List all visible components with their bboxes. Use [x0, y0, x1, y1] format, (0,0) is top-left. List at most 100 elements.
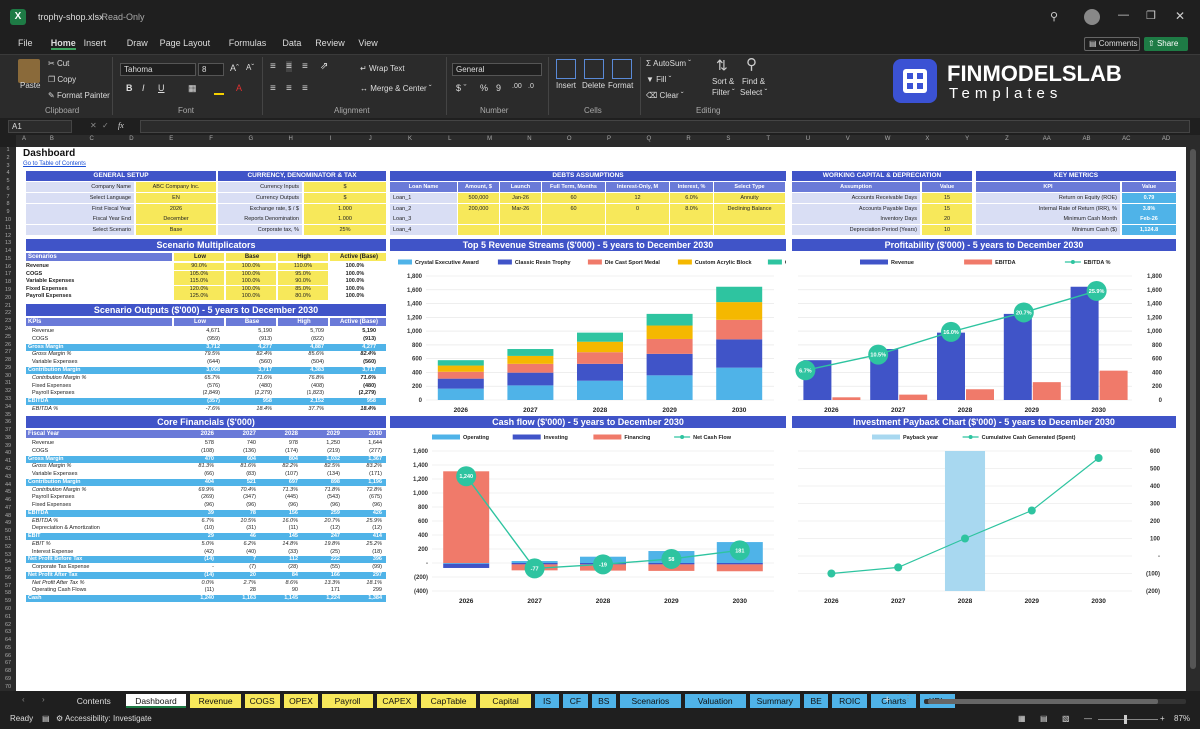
value-cell[interactable]: Feb-26	[1122, 214, 1176, 225]
tab-dashboard[interactable]: Dashboard	[125, 694, 187, 708]
column-header[interactable]: L	[430, 136, 470, 142]
horizontal-scrollbar[interactable]	[924, 699, 1186, 704]
restore-icon[interactable]: ❐	[1146, 9, 1156, 22]
row-header[interactable]: 57	[0, 583, 16, 591]
row-header[interactable]: 28	[0, 357, 16, 365]
loan-input-cell[interactable]	[458, 225, 499, 236]
column-header[interactable]: R	[669, 136, 709, 142]
multiplier-cell[interactable]: 100.0%	[226, 285, 276, 293]
page-layout-icon[interactable]: ▤	[1040, 714, 1048, 723]
insert-cells-icon[interactable]	[556, 59, 576, 79]
row-header[interactable]: 32	[0, 388, 16, 396]
row-header[interactable]: 40	[0, 450, 16, 458]
row-header[interactable]: 65	[0, 645, 16, 653]
delete-cells-icon[interactable]	[584, 59, 604, 79]
row-header[interactable]: 3	[0, 163, 16, 171]
multiplier-cell[interactable]: 95.0%	[278, 270, 328, 278]
row-header[interactable]: 60	[0, 606, 16, 614]
column-header[interactable]: J	[350, 136, 390, 142]
row-header[interactable]: 16	[0, 264, 16, 272]
column-header[interactable]: K	[390, 136, 430, 142]
tab-captable[interactable]: CapTable	[420, 694, 477, 708]
row-header[interactable]: 43	[0, 474, 16, 482]
multiplier-cell[interactable]: 115.0%	[174, 278, 224, 285]
tab-opex[interactable]: OPEX	[283, 694, 319, 708]
loan-input-cell[interactable]: Declining Balance	[714, 203, 785, 214]
column-header[interactable]: Z	[987, 136, 1027, 142]
row-header[interactable]: 5	[0, 178, 16, 186]
decrease-font-icon[interactable]: Aˇ	[246, 63, 254, 72]
row-header[interactable]: 25	[0, 334, 16, 342]
multiplier-cell[interactable]: 110.0%	[278, 263, 328, 270]
loan-input-cell[interactable]: Jan-26	[500, 192, 541, 203]
row-header[interactable]: 10	[0, 217, 16, 225]
underline-button[interactable]: U	[158, 83, 165, 93]
multiplier-cell[interactable]: 90.0%	[278, 278, 328, 285]
zoom-out-icon[interactable]: —	[1084, 714, 1092, 723]
multiplier-cell[interactable]: 125.0%	[174, 293, 224, 300]
row-header[interactable]: 49	[0, 520, 16, 528]
value-cell[interactable]: ABC Company Inc.	[136, 182, 216, 192]
loan-input-cell[interactable]	[542, 214, 605, 225]
row-header[interactable]: 53	[0, 552, 16, 560]
cancel-icon[interactable]: ✕	[90, 121, 97, 130]
tab-bs[interactable]: BS	[591, 694, 616, 708]
tab-is[interactable]: IS	[534, 694, 560, 708]
row-header[interactable]: 38	[0, 435, 16, 443]
column-header[interactable]: U	[788, 136, 828, 142]
row-header[interactable]: 42	[0, 466, 16, 474]
font-size-select[interactable]: 8	[198, 63, 224, 76]
add-sheet-icon[interactable]: +	[884, 694, 890, 706]
loan-input-cell[interactable]: 0	[606, 203, 669, 214]
currency-format-icon[interactable]: $ ˇ	[456, 83, 467, 93]
column-header[interactable]: S	[708, 136, 748, 142]
row-header[interactable]: 6	[0, 186, 16, 194]
comma-format-icon[interactable]: 9	[496, 83, 501, 93]
row-header[interactable]: 50	[0, 528, 16, 536]
enter-icon[interactable]: ✓	[102, 121, 109, 130]
row-header[interactable]: 37	[0, 427, 16, 435]
menu-item-data[interactable]: Data	[282, 38, 301, 48]
loan-input-cell[interactable]	[458, 214, 499, 225]
loan-input-cell[interactable]: 8.0%	[670, 203, 713, 214]
multiplier-cell[interactable]: 100.0%	[226, 278, 276, 285]
insert-cells-button[interactable]: Insert	[556, 81, 576, 90]
row-header[interactable]: 67	[0, 660, 16, 668]
row-header[interactable]: 39	[0, 443, 16, 451]
row-header[interactable]: 8	[0, 201, 16, 209]
multiplier-cell[interactable]: 120.0%	[174, 285, 224, 293]
row-header[interactable]: 1	[0, 147, 16, 155]
paste-button[interactable]: Paste	[20, 81, 40, 90]
value-cell[interactable]: 15	[922, 192, 972, 203]
row-header[interactable]: 12	[0, 233, 16, 241]
increase-font-icon[interactable]: Aˆ	[230, 63, 239, 73]
page-break-icon[interactable]: ▧	[1062, 714, 1070, 723]
find-button[interactable]: Find &	[742, 77, 765, 86]
tab-summary[interactable]: Summary	[749, 694, 800, 708]
paste-icon[interactable]	[18, 59, 40, 83]
row-header[interactable]: 36	[0, 419, 16, 427]
next-sheet-icon[interactable]: ›	[42, 695, 45, 704]
column-header[interactable]: T	[748, 136, 788, 142]
row-header[interactable]: 30	[0, 373, 16, 381]
row-header[interactable]: 13	[0, 240, 16, 248]
value-cell[interactable]: December	[136, 214, 216, 225]
zoom-slider[interactable]	[1098, 715, 1158, 724]
column-header[interactable]: O	[549, 136, 589, 142]
column-header[interactable]: G	[231, 136, 271, 142]
align-bottom-icon[interactable]: ≡	[302, 61, 308, 72]
column-header[interactable]: X	[907, 136, 947, 142]
column-header[interactable]: B	[32, 136, 72, 142]
menu-item-formulas[interactable]: Formulas	[229, 38, 267, 48]
row-header[interactable]: 46	[0, 497, 16, 505]
value-cell[interactable]: 1,124.8	[1122, 225, 1176, 236]
row-header[interactable]: 70	[0, 684, 16, 691]
loan-input-cell[interactable]: 200,000	[458, 203, 499, 214]
format-cells-icon[interactable]	[612, 59, 632, 79]
row-header[interactable]: 44	[0, 482, 16, 490]
wrap-text-button[interactable]: ↵ Wrap Text	[360, 64, 405, 73]
sort-filter-icon[interactable]: ⇅	[716, 57, 728, 74]
row-header[interactable]: 68	[0, 668, 16, 676]
loan-input-cell[interactable]: 12	[606, 192, 669, 203]
row-header[interactable]: 29	[0, 365, 16, 373]
